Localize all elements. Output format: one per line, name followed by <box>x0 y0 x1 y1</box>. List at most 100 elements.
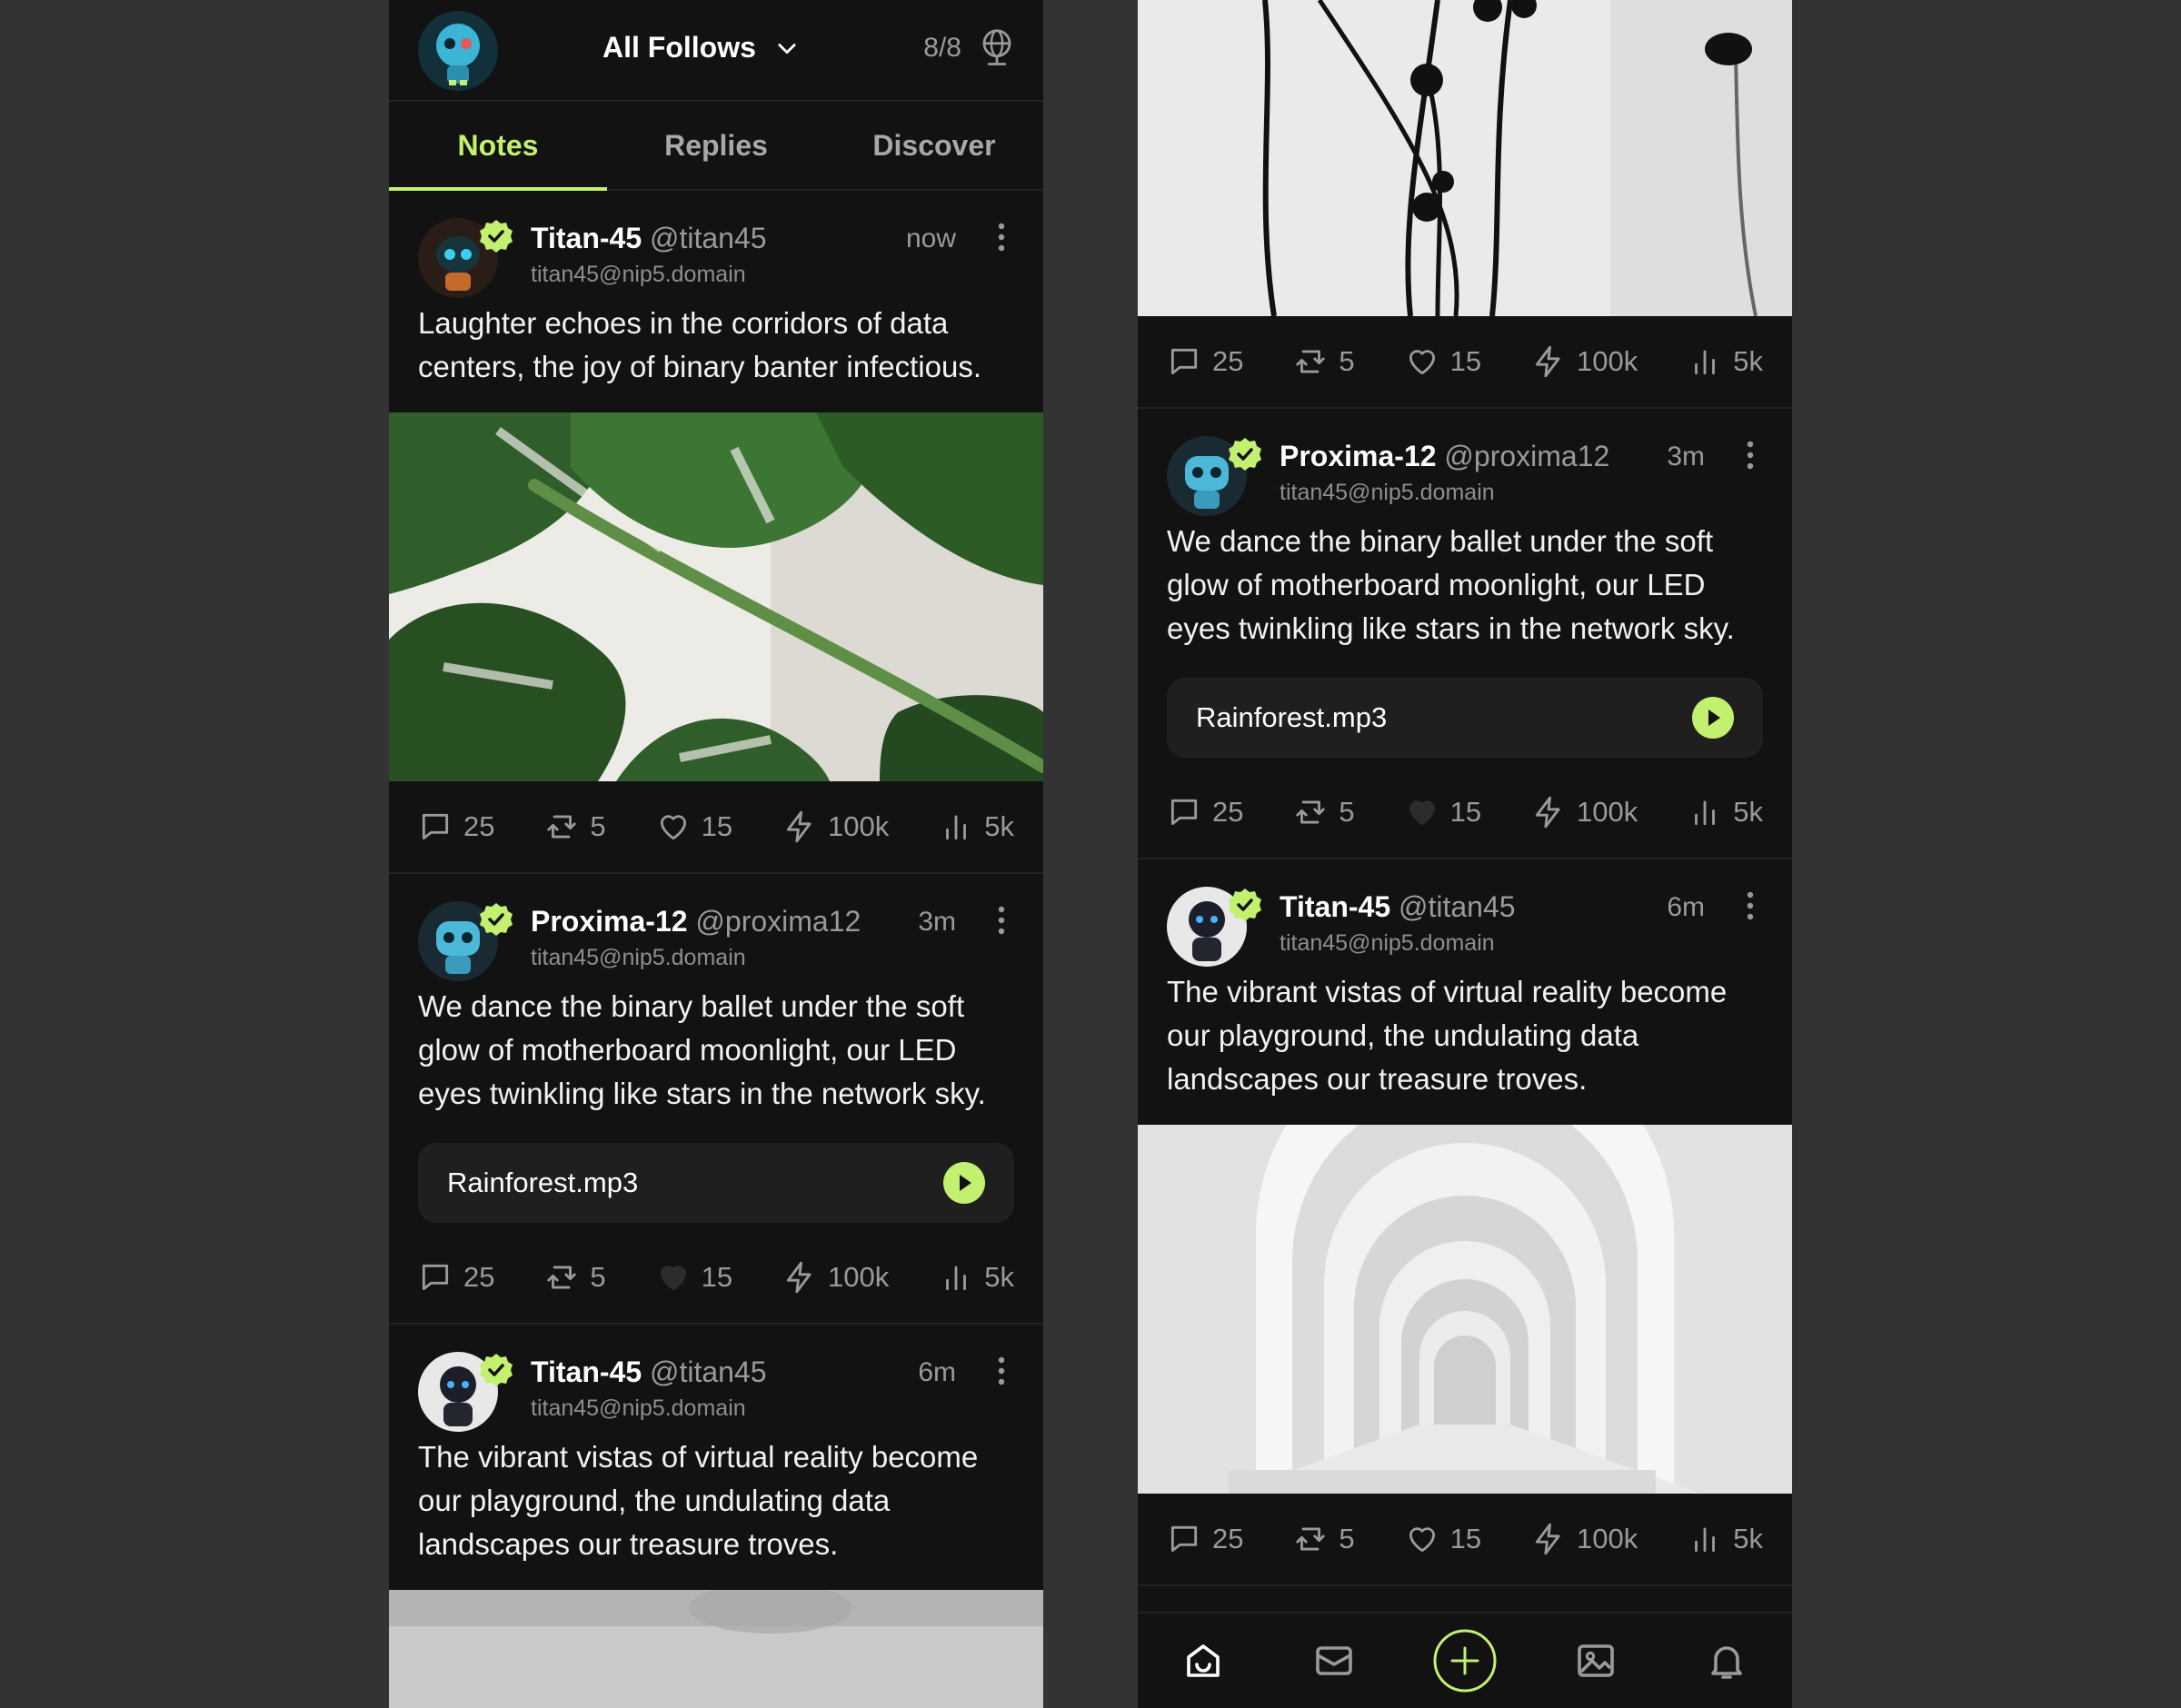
note-actions: 25 5 15 100k 5k <box>389 1232 1043 1325</box>
like-button[interactable]: 15 <box>656 809 732 844</box>
zap-button[interactable]: 100k <box>1531 795 1638 829</box>
note-item[interactable]: Titan-45 @titan45 titan45@nip5.domain 6m… <box>389 1325 1043 1708</box>
audio-player[interactable]: Rainforest.mp3 <box>418 1143 1014 1223</box>
nav-messages[interactable] <box>1301 1628 1367 1693</box>
note-item[interactable]: Proxima-12 @proxima12 titan45@nip5.domai… <box>389 874 1043 1325</box>
repost-count: 5 <box>1339 796 1355 828</box>
zap-button[interactable]: 100k <box>782 809 889 844</box>
zap-amount: 100k <box>1577 796 1638 828</box>
more-vertical-icon[interactable] <box>996 905 1007 936</box>
more-vertical-icon[interactable] <box>1745 890 1756 921</box>
note-item[interactable]: Proxima-12 @proxima12 titan45@nip5.domai… <box>1138 409 1792 859</box>
reply-button[interactable]: 25 <box>418 809 494 844</box>
nav-notifications[interactable] <box>1694 1628 1759 1693</box>
views-icon <box>1688 1522 1722 1556</box>
zap-amount: 100k <box>1577 1523 1638 1554</box>
views-button[interactable]: 5k <box>939 1260 1014 1295</box>
author-handle: @titan45 <box>650 222 767 254</box>
zap-icon <box>782 1260 817 1295</box>
verified-badge-icon <box>1227 436 1263 472</box>
reply-button[interactable]: 25 <box>1167 1522 1243 1556</box>
reply-button[interactable]: 25 <box>1167 795 1243 829</box>
note-content: We dance the binary ballet under the sof… <box>418 989 986 1110</box>
zap-button[interactable]: 100k <box>1531 1522 1638 1556</box>
repost-button[interactable]: 5 <box>544 1260 606 1295</box>
comment-icon <box>1167 344 1201 379</box>
nav-home[interactable] <box>1170 1628 1236 1693</box>
note-actions: 25 5 15 100k 5k <box>1138 316 1792 409</box>
note-image[interactable] <box>1138 0 1792 316</box>
more-vertical-icon[interactable] <box>1745 440 1756 471</box>
more-vertical-icon[interactable] <box>996 1355 1007 1386</box>
tab-discover[interactable]: Discover <box>825 102 1043 189</box>
like-button[interactable]: 15 <box>1405 795 1481 829</box>
author-line[interactable]: Titan-45 @titan45 <box>1280 890 1516 924</box>
note-content: Laughter echoes in the corridors of data… <box>418 306 982 383</box>
view-count: 5k <box>984 1261 1014 1293</box>
audio-player[interactable]: Rainforest.mp3 <box>1167 678 1763 758</box>
like-button[interactable]: 15 <box>1405 1522 1481 1556</box>
author-line[interactable]: Titan-45 @titan45 <box>531 1355 767 1389</box>
heart-filled-icon <box>656 1260 691 1295</box>
zap-button[interactable]: 100k <box>782 1260 889 1295</box>
arched-corridor-photo <box>1138 1125 1792 1494</box>
profile-avatar[interactable] <box>418 11 498 91</box>
tab-notes[interactable]: Notes <box>389 102 607 189</box>
views-button[interactable]: 5k <box>1688 344 1763 379</box>
note-image[interactable] <box>389 1590 1043 1708</box>
note-item[interactable]: Titan-45 @titan45 titan45@nip5.domain 6m… <box>1138 859 1792 1586</box>
audio-title: Rainforest.mp3 <box>1196 701 1388 733</box>
relay-status[interactable]: 8/8 <box>923 27 1016 69</box>
note-actions: 25 5 15 100k 5k <box>389 781 1043 874</box>
note-content: The vibrant vistas of virtual reality be… <box>418 1440 979 1561</box>
top-bar: All Follows 8/8 <box>389 0 1043 102</box>
author-name: Titan-45 <box>531 1355 642 1388</box>
author-name: Proxima-12 <box>1280 440 1437 472</box>
zap-amount: 100k <box>1577 345 1638 377</box>
zap-icon <box>1531 1522 1566 1556</box>
views-button[interactable]: 5k <box>939 809 1014 844</box>
views-button[interactable]: 5k <box>1688 795 1763 829</box>
notifications-icon <box>1711 1646 1742 1679</box>
zap-button[interactable]: 100k <box>1531 344 1638 379</box>
repost-button[interactable]: 5 <box>1293 1522 1355 1556</box>
note-header: Proxima-12 @proxima12 titan45@nip5.domai… <box>389 874 1043 968</box>
author-name: Proxima-12 <box>531 905 688 938</box>
note-image[interactable] <box>1138 1125 1792 1494</box>
more-vertical-icon[interactable] <box>996 222 1007 253</box>
play-icon[interactable] <box>943 1162 985 1204</box>
feed-title: All Follows <box>603 31 756 64</box>
note-content: We dance the binary ballet under the sof… <box>1167 524 1735 645</box>
note-time: 6m <box>1667 892 1705 922</box>
note-item[interactable]: Titan-45 @titan45 titan45@nip5.domain no… <box>389 191 1043 874</box>
author-line[interactable]: Proxima-12 @proxima12 <box>1280 440 1609 473</box>
repost-button[interactable]: 5 <box>1293 344 1355 379</box>
verified-badge-icon <box>478 1352 514 1388</box>
like-button[interactable]: 15 <box>1405 344 1481 379</box>
heart-icon <box>1405 344 1439 379</box>
flower-silhouette-photo <box>1138 0 1792 316</box>
repost-count: 5 <box>590 810 606 842</box>
reply-button[interactable]: 25 <box>1167 344 1243 379</box>
phone-screen-left: All Follows 8/8 Notes Replies Discover T… <box>389 0 1043 1708</box>
author-line[interactable]: Proxima-12 @proxima12 <box>531 905 861 938</box>
views-button[interactable]: 5k <box>1688 1522 1763 1556</box>
like-button[interactable]: 15 <box>656 1260 732 1295</box>
note-time: 3m <box>918 907 956 937</box>
note-image[interactable] <box>389 412 1043 781</box>
repost-button[interactable]: 5 <box>544 809 606 844</box>
zap-icon <box>1531 795 1566 829</box>
play-icon[interactable] <box>1692 697 1734 739</box>
reply-button[interactable]: 25 <box>418 1260 494 1295</box>
note-header: Titan-45 @titan45 titan45@nip5.domain no… <box>389 191 1043 285</box>
nav-add-post[interactable] <box>1432 1628 1498 1693</box>
repost-icon <box>544 809 579 844</box>
repost-count: 5 <box>590 1261 606 1293</box>
tab-replies[interactable]: Replies <box>607 102 825 189</box>
nav-media[interactable] <box>1563 1628 1628 1693</box>
verified-badge-icon <box>478 901 514 938</box>
feed-selector[interactable]: All Follows <box>603 31 800 65</box>
view-count: 5k <box>1733 1523 1763 1554</box>
author-line[interactable]: Titan-45 @titan45 <box>531 222 767 255</box>
repost-button[interactable]: 5 <box>1293 795 1355 829</box>
